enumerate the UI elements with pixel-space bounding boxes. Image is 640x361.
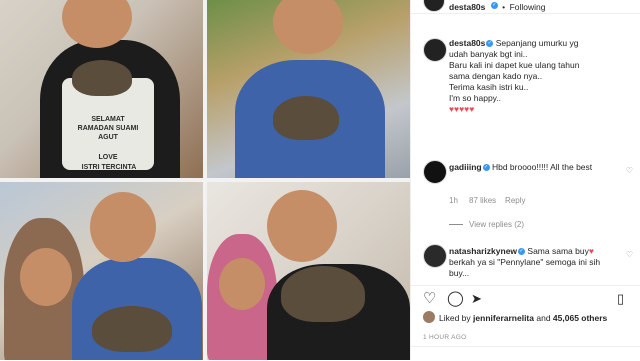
turtle xyxy=(72,60,132,96)
turtle xyxy=(92,306,172,352)
caption-hearts: ♥♥♥♥♥ xyxy=(449,104,475,114)
send-icon[interactable]: ➤ xyxy=(471,291,482,306)
caption-username[interactable]: desta80s xyxy=(449,38,485,48)
author-avatar[interactable] xyxy=(423,0,445,12)
man-face xyxy=(267,190,337,262)
separator-dot: • xyxy=(502,3,506,12)
comment-username[interactable]: natasharizkynew xyxy=(449,246,517,256)
action-bar: ♡ ◯ ➤ ▯ xyxy=(411,285,640,310)
caption-line-5: Terima kasih istri ku.. xyxy=(449,82,529,92)
caption-avatar[interactable] xyxy=(423,38,447,62)
post-header: desta80s ✓ • Following xyxy=(411,0,640,14)
cake-text-3: AGUT xyxy=(98,134,118,141)
comment-natasharizkynew: natasharizkynew ✓ Sama sama buy♥ berkah y… xyxy=(411,242,640,282)
comment-body: Sama sama buy xyxy=(527,246,589,256)
comment-likes[interactable]: 87 likes xyxy=(469,196,496,205)
comment-text: gadiiing ✓ Hbd broooo!!!!! All the best xyxy=(449,162,619,173)
turtle xyxy=(281,266,365,322)
caption-line-1: Sepanjang umurku yg xyxy=(495,38,579,48)
person-face xyxy=(273,0,343,54)
verified-icon: ✓ xyxy=(518,248,526,256)
photo-couple-selfie xyxy=(0,182,203,360)
comment-like-icon[interactable]: ♡ xyxy=(626,166,633,175)
caption-text: desta80s ✓ Sepanjang umurku yg udah banya… xyxy=(449,38,627,115)
comment-avatar[interactable] xyxy=(423,244,447,268)
liker-avatar[interactable] xyxy=(423,311,435,323)
comment-avatar[interactable] xyxy=(423,160,447,184)
comment-username[interactable]: gadiiing xyxy=(449,162,482,172)
verified-icon: ✓ xyxy=(486,40,494,48)
photo-couple-turtle xyxy=(207,182,410,360)
view-replies-label: View replies (2) xyxy=(469,220,524,229)
likes-prefix: Liked by xyxy=(439,313,471,323)
bookmark-icon[interactable]: ▯ xyxy=(617,291,624,306)
liker-username[interactable]: jenniferarnelita xyxy=(473,313,534,323)
header-text: desta80s ✓ • Following xyxy=(449,0,545,15)
comment-body: Hbd broooo!!!!! All the best xyxy=(491,162,593,172)
comment-like-icon[interactable]: ♡ xyxy=(626,250,633,259)
likes-count[interactable]: 45,065 others xyxy=(553,313,607,323)
comment-meta: 1h 87 likes Reply xyxy=(449,196,526,205)
following-button[interactable]: Following xyxy=(510,2,546,12)
comment-age: 1h xyxy=(449,196,458,205)
cake-text-4: LOVE xyxy=(98,154,118,161)
reply-button[interactable]: Reply xyxy=(505,196,525,205)
caption: desta80s ✓ Sepanjang umurku yg udah banya… xyxy=(411,36,640,132)
heart-outline-icon[interactable]: ♡ xyxy=(423,291,436,306)
add-comment-bar xyxy=(411,346,640,361)
man-face xyxy=(90,192,156,262)
woman-face xyxy=(20,248,72,306)
comment-gadiiing: gadiiing ✓ Hbd broooo!!!!! All the best ♡… xyxy=(411,158,640,238)
cake-text-2: RAMADAN SUAMI xyxy=(77,125,139,132)
likes-conjunction: and xyxy=(536,313,551,323)
comment-text: natasharizkynew ✓ Sama sama buy♥ berkah y… xyxy=(449,246,619,279)
view-replies-line xyxy=(449,224,463,226)
post-panel: desta80s ✓ • Following desta80s ✓ Sepanja… xyxy=(410,0,640,360)
post-timestamp[interactable]: 1 HOUR AGO xyxy=(423,334,466,341)
caption-line-3: Baru kali ini dapet kue ulang tahun xyxy=(449,60,580,70)
photo-blue-shirt-turtle xyxy=(207,0,410,178)
comment-icon[interactable]: ◯ xyxy=(447,291,464,306)
photo-collage[interactable]: SELAMAT RAMADAN SUAMI AGUT LOVE ISTRI TE… xyxy=(0,0,410,360)
view-replies[interactable]: View replies (2) xyxy=(449,220,524,229)
turtle xyxy=(273,96,339,140)
likes-summary: Liked by jenniferarnelita and 45,065 oth… xyxy=(439,313,607,323)
verified-icon: ✓ xyxy=(482,164,490,172)
caption-line-6: I'm so happy.. xyxy=(449,93,502,103)
cake-text-1: SELAMAT xyxy=(91,116,125,123)
verified-icon: ✓ xyxy=(490,2,498,10)
caption-line-2: udah banyak bgt ini.. xyxy=(449,49,528,59)
red-heart-icon: ♥ xyxy=(588,246,594,256)
author-username[interactable]: desta80s xyxy=(449,2,485,12)
woman-face xyxy=(219,258,265,310)
cake-text-5: ISTRI TERCINTA xyxy=(81,164,137,171)
comment-body-rest: berkah ya si "Pennylane" xyxy=(449,257,544,267)
caption-line-4: sama dengan kado nya.. xyxy=(449,71,543,81)
photo-cake-turtle: SELAMAT RAMADAN SUAMI AGUT LOVE ISTRI TE… xyxy=(0,0,203,178)
